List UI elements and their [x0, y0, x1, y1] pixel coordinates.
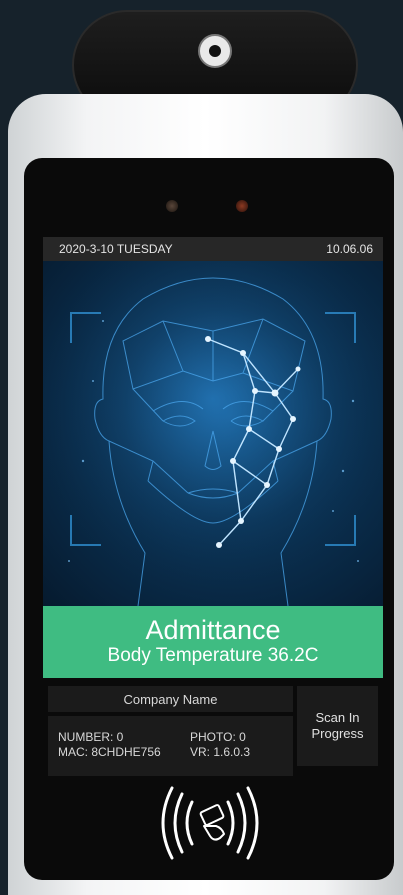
time-label: 10.06.06: [326, 242, 373, 256]
company-name-panel: Company Name: [48, 686, 293, 712]
device-info-panel: NUMBER: 0 PHOTO: 0 MAC: 8CHDHE756 VR: 1.…: [48, 716, 293, 776]
mac-label: MAC: 8CHDHE756: [58, 745, 161, 759]
scan-status-line2: Progress: [311, 726, 364, 741]
status-bar: 2020-3-10 TUESDAY 10.06.06: [43, 237, 383, 261]
scan-status-panel: Scan In Progress: [297, 686, 378, 766]
result-title: Admittance: [145, 615, 281, 645]
scan-status-line1: Scan In: [315, 710, 360, 725]
ir-sensor-right: [236, 200, 248, 212]
ir-sensor-left: [166, 200, 178, 212]
admittance-banner: Admittance Body Temperature 36.2C: [43, 606, 383, 678]
photo-label: PHOTO: 0: [190, 730, 246, 744]
company-name-label: Company Name: [123, 691, 218, 707]
face-scan-view: [43, 261, 383, 606]
version-label: VR: 1.6.0.3: [190, 745, 251, 759]
nfc-card-tap-icon: [161, 786, 259, 860]
number-label: NUMBER: 0: [58, 730, 124, 744]
date-label: 2020-3-10 TUESDAY: [59, 242, 173, 256]
face-mesh-illustration: [43, 261, 383, 606]
camera-lens-icon: [198, 34, 232, 68]
body-temperature-label: Body Temperature 36.2C: [107, 645, 319, 666]
